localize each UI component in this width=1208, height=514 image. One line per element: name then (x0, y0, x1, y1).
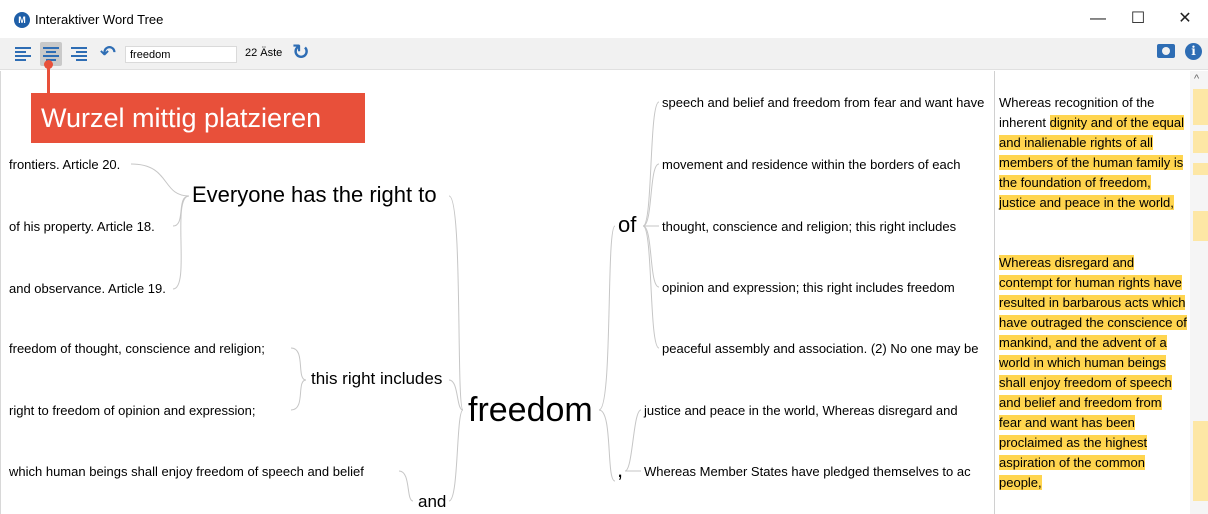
close-button[interactable]: ✕ (1165, 6, 1205, 32)
tree-leaf[interactable]: Whereas Member States have pledged thems… (644, 464, 971, 479)
tree-branch-phrase[interactable]: , (617, 457, 623, 483)
align-right-button[interactable] (68, 42, 90, 66)
tree-leaf[interactable]: of his property. Article 18. (9, 219, 155, 234)
scroll-highlight-marker (1193, 131, 1208, 153)
tree-branch-phrase[interactable]: Everyone has the right to (192, 182, 437, 208)
align-left-button[interactable] (12, 42, 34, 66)
text-panel-scrollbar[interactable]: ^ (1190, 71, 1208, 514)
text-paragraph: Whereas recognition of the inherent dign… (999, 93, 1187, 213)
tree-leaf[interactable]: right to freedom of opinion and expressi… (9, 403, 255, 418)
highlighted-text: Whereas disregard and contempt for human… (999, 255, 1187, 490)
text-paragraph: Whereas disregard and contempt for human… (999, 253, 1187, 493)
title-bar: M Interaktiver Word Tree — ☐ ✕ (0, 0, 1208, 38)
minimize-button[interactable]: — (1078, 6, 1118, 32)
branch-count: 22 Äste (245, 47, 283, 59)
scroll-highlight-marker (1193, 89, 1208, 125)
tree-leaf[interactable]: thought, conscience and religion; this r… (662, 219, 956, 234)
tooltip: Wurzel mittig platzieren (31, 93, 365, 143)
tree-leaf[interactable]: freedom of thought, conscience and relig… (9, 341, 265, 356)
refresh-icon[interactable]: ↻ (292, 40, 310, 65)
undo-icon[interactable]: ↶ (100, 42, 116, 65)
maximize-button[interactable]: ☐ (1118, 6, 1158, 32)
info-icon[interactable]: i (1185, 43, 1202, 60)
tree-branch-phrase[interactable]: this right includes (311, 369, 442, 389)
scroll-highlight-marker (1193, 211, 1208, 241)
tree-leaf[interactable]: which human beings shall enjoy freedom o… (9, 464, 364, 479)
scroll-up-icon[interactable]: ^ (1194, 73, 1199, 85)
toolbar: ↶ 22 Äste ↻ i (0, 38, 1208, 70)
tree-leaf[interactable]: and observance. Article 19. (9, 281, 166, 296)
tree-leaf[interactable]: justice and peace in the world, Whereas … (644, 403, 958, 418)
tree-leaf[interactable]: frontiers. Article 20. (9, 157, 120, 172)
tree-leaf[interactable]: movement and residence within the border… (662, 157, 960, 172)
tree-leaf[interactable]: opinion and expression; this right inclu… (662, 280, 955, 295)
app-logo-icon: M (14, 12, 30, 28)
window-title: Interaktiver Word Tree (35, 12, 164, 27)
scroll-highlight-marker (1193, 163, 1208, 175)
search-input[interactable] (125, 46, 237, 63)
tree-leaf[interactable]: peaceful assembly and association. (2) N… (662, 341, 979, 356)
scroll-highlight-marker (1193, 421, 1208, 501)
camera-icon[interactable] (1157, 44, 1175, 58)
tree-branch-phrase[interactable]: of (618, 212, 636, 238)
tree-branch-phrase[interactable]: and (418, 492, 446, 512)
tree-root-word[interactable]: freedom (468, 391, 593, 430)
tooltip-stem (47, 63, 50, 93)
tree-leaf[interactable]: speech and belief and freedom from fear … (662, 95, 984, 110)
source-text-panel: Whereas recognition of the inherent dign… (994, 71, 1190, 514)
